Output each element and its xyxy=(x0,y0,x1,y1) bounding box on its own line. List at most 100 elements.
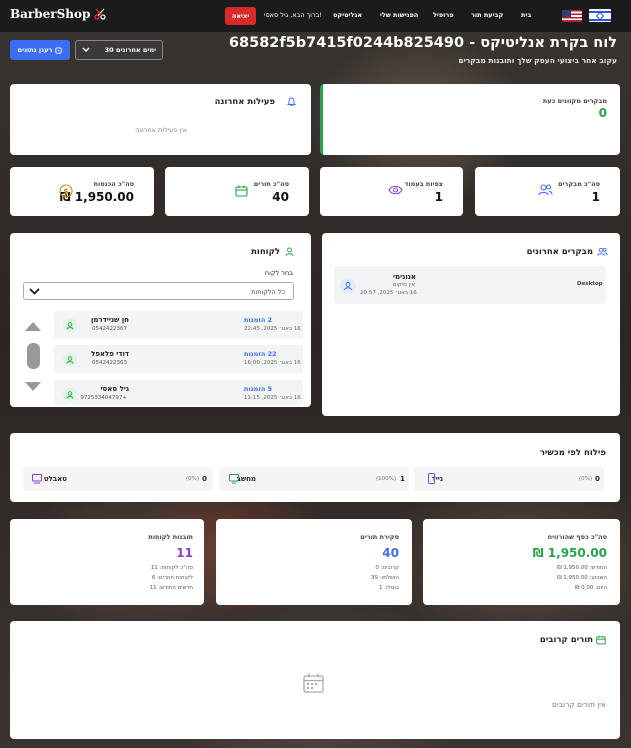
israel-flag-icon[interactable] xyxy=(589,9,611,22)
stat-value: 40 xyxy=(272,190,289,204)
nav-link-profile[interactable]: פרופיל xyxy=(433,11,454,19)
tablet-icon xyxy=(32,474,42,484)
bell-icon xyxy=(287,97,296,106)
client-last-visit: 16 באוג׳ 2025, 22:45 xyxy=(244,326,301,332)
stat-card-pageviews: צפיות בעמוד 1 xyxy=(320,167,463,216)
clients-card: לקוחות בחר לקוח כל הלקוחות 2 הזמנות 16 ב… xyxy=(10,233,311,407)
nav-link-book[interactable]: קביעת תור xyxy=(471,11,503,19)
client-select[interactable]: כל הלקוחות xyxy=(23,282,294,300)
desktop-icon xyxy=(229,474,239,484)
us-flag-icon[interactable] xyxy=(562,10,582,22)
date-range-select[interactable]: 30 ימים אחרונים xyxy=(75,40,163,60)
client-row[interactable]: 22 הזמנות 16 באוג׳ 2025, 16:00 דודי פלאפ… xyxy=(54,345,303,373)
client-row[interactable]: 5 הזמנות 16 באוג׳ 2025, 11:15 גיל סאסי 9… xyxy=(54,380,303,405)
user-icon xyxy=(66,322,74,330)
device-count: 1 xyxy=(400,475,405,483)
upcoming-empty: אין תורים קרובים xyxy=(552,700,606,709)
eye-icon xyxy=(388,185,403,195)
client-name: חן שניידרמן xyxy=(90,316,129,324)
scissors-icon xyxy=(94,8,106,20)
nav-link-analytics[interactable]: אנליטיקס xyxy=(333,11,362,19)
client-last-visit: 16 באוג׳ 2025, 16:00 xyxy=(244,360,301,366)
client-phone: 0542422363 xyxy=(92,360,127,366)
client-select-label: בחר לקוח xyxy=(264,269,293,277)
stat-label: סה"כ מבקרים xyxy=(557,180,600,188)
total-earnings-card: סה"כ כסף שהורוויח ₪ 1,950.00 החודש: 1,95… xyxy=(423,519,620,605)
stat-card-appointments: סה"כ תורים 40 xyxy=(165,167,309,216)
client-name: גיל סאסי xyxy=(100,385,129,393)
logout-button[interactable]: יציאה xyxy=(225,7,256,25)
device-percent: (0%) xyxy=(579,476,593,482)
greeting-text: ברוך הבא, גיל סאסי! xyxy=(264,11,322,19)
client-visits: 2 הזמנות xyxy=(244,316,273,324)
device-percent: (0%) xyxy=(186,476,200,482)
upcoming-title: תורים קרובים xyxy=(539,635,593,645)
total-earnings-title: סה"כ כסף שהורוויח xyxy=(547,533,607,541)
user-icon xyxy=(285,247,294,257)
svg-text:$: $ xyxy=(63,187,69,196)
client-name: דודי פלאפל xyxy=(91,350,129,358)
appointments-cancelled: בוטלו: 1 xyxy=(379,585,399,591)
device-count: 0 xyxy=(595,475,600,483)
earnings-month: החודש: 1,950.00 ₪ xyxy=(557,565,607,571)
stat-card-visitors: סה"כ מבקרים 1 xyxy=(475,167,620,216)
stat-label: סה"כ תורים xyxy=(253,180,289,188)
stat-card-revenue: סה"כ הכנסות ₪ 1,950.00 $ xyxy=(10,167,154,216)
live-visitors-value: 0 xyxy=(598,106,607,120)
client-select-value: כל הלקוחות xyxy=(251,288,285,296)
appointments-overview-title: סקירת תורים xyxy=(360,533,399,541)
client-visits: 5 הזמנות xyxy=(244,385,273,393)
appointments-upcoming: קרובים: 0 xyxy=(375,565,399,571)
device-name: טאבלט xyxy=(43,475,67,483)
brand-logo[interactable]: BarberShop xyxy=(10,7,106,21)
refresh-icon xyxy=(55,46,62,54)
clients-title: לקוחות xyxy=(251,247,280,257)
device-item-mobile: נייד 0 (0%) xyxy=(414,467,604,491)
user-icon xyxy=(344,282,352,291)
client-last-visit: 16 באוג׳ 2025, 11:15 xyxy=(244,395,301,401)
stat-label: סה"כ הכנסות xyxy=(93,180,134,188)
client-insights-card: תובנות לקוחות 11 סה"כ לקוחות: 11 לקוחות … xyxy=(10,519,204,605)
device-breakdown-title: פילוח לפי מכשיר xyxy=(539,448,606,458)
appointments-overview-card: סקירת תורים 40 קרובים: 0 הושלמו: 39 בוטל… xyxy=(216,519,412,605)
device-count: 0 xyxy=(202,475,207,483)
nav-link-home[interactable]: בית xyxy=(521,11,531,19)
client-row[interactable]: 2 הזמנות 16 באוג׳ 2025, 22:45 חן שניידרמ… xyxy=(54,311,303,339)
total-earnings-value: ₪ 1,950.00 xyxy=(532,546,607,560)
brand-name: BarberShop xyxy=(10,7,91,21)
users-icon xyxy=(597,247,608,256)
client-avatar xyxy=(63,318,77,332)
recent-activity-empty: אין פעילות אחרונה xyxy=(135,126,187,134)
page-subtitle: עקוב אחר ביצועי העסק שלך ותובנות מבקרים xyxy=(458,56,617,65)
recent-visitors-title: מבקרים אחרונים xyxy=(526,247,593,257)
visitor-avatar xyxy=(340,278,356,294)
page-title: לוח בקרת אנליטיקס - 68582f5b7415f0244b82… xyxy=(228,35,617,51)
device-percent: (100%) xyxy=(376,476,397,482)
empty-calendar-icon xyxy=(303,673,324,693)
nav-link-my-appointments[interactable]: הפגישות שלי xyxy=(380,11,418,19)
client-visits: 22 הזמנות xyxy=(244,350,277,358)
visitor-item[interactable]: אנונימי אין מיקום 16 באוג׳ 2025, 20:57 D… xyxy=(334,266,606,304)
refresh-button[interactable]: רענן נתונים xyxy=(10,40,70,60)
stat-value: 1 xyxy=(591,190,600,204)
earnings-week: השבוע: 1,950.00 ₪ xyxy=(557,575,607,581)
insight-returning-clients: לקוחות חוזרים: 6 xyxy=(151,575,193,581)
calendar-icon xyxy=(235,185,248,197)
mobile-icon xyxy=(428,473,435,484)
device-item-desktop: מחשב 1 (100%) xyxy=(219,467,409,491)
date-range-value: 30 ימים אחרונים xyxy=(104,46,156,54)
client-insights-value: 11 xyxy=(176,546,193,560)
stat-value: 1 xyxy=(434,190,443,204)
insight-total-clients: סה"כ לקוחות: 11 xyxy=(150,565,193,571)
clients-list: 2 הזמנות 16 באוג׳ 2025, 22:45 חן שניידרמ… xyxy=(10,308,311,405)
upcoming-appointments-card: תורים קרובים אין תורים קרובים xyxy=(10,621,620,739)
recent-activity-title: פעילות אחרונה xyxy=(214,97,275,107)
visitor-name: אנונימי xyxy=(392,273,416,281)
device-name: מחשב xyxy=(236,475,256,483)
client-insights-title: תובנות לקוחות xyxy=(148,533,193,541)
stat-label: צפיות בעמוד xyxy=(404,180,443,188)
visitor-time: 16 באוג׳ 2025, 20:57 xyxy=(360,290,417,296)
top-navbar: BarberShop יציאה ברוך הבא, גיל סאסי! אנל… xyxy=(0,0,631,32)
live-visitors-label: מבקרים מקוונים כעת xyxy=(542,97,607,105)
visitor-device: Desktop xyxy=(577,281,603,287)
